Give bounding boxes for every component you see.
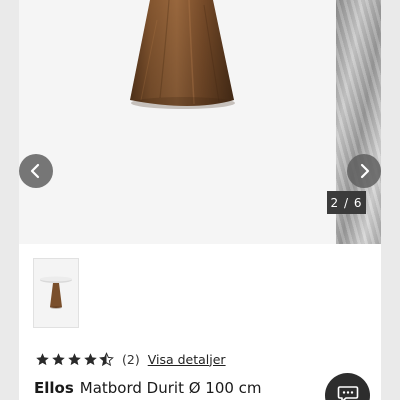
- chevron-right-icon: [360, 163, 370, 179]
- image-gallery[interactable]: 2 / 6: [19, 0, 381, 244]
- star-icon: [36, 352, 49, 365]
- chat-bubble-icon: [337, 386, 358, 400]
- product-title-row: Ellos Matbord Durit Ø 100 cm: [34, 379, 262, 397]
- chat-button[interactable]: [325, 373, 370, 400]
- product-brand[interactable]: Ellos: [34, 379, 74, 397]
- image-counter: 2 / 6: [327, 191, 366, 214]
- product-page: 2 / 6 (2) Visa detaljer Ellos Matbord Dur…: [19, 0, 381, 400]
- chevron-left-icon: [30, 163, 40, 179]
- gallery-image-current[interactable]: [19, 0, 335, 244]
- star-half-icon: [99, 351, 114, 366]
- thumbnail-table-image: [40, 276, 72, 309]
- review-count: (2): [122, 351, 140, 367]
- star-icon: [52, 352, 65, 365]
- star-icon: [68, 352, 81, 365]
- rating-row: (2) Visa detaljer: [35, 349, 226, 369]
- view-details-link[interactable]: Visa detaljer: [148, 352, 226, 367]
- gallery-thumbnail[interactable]: [33, 258, 79, 328]
- star-icon: [84, 352, 97, 365]
- star-rating: [35, 351, 114, 367]
- gallery-next-button[interactable]: [347, 154, 381, 188]
- gallery-prev-button[interactable]: [19, 154, 53, 188]
- product-title: Matbord Durit Ø 100 cm: [79, 379, 262, 397]
- table-base-image: [130, 0, 235, 109]
